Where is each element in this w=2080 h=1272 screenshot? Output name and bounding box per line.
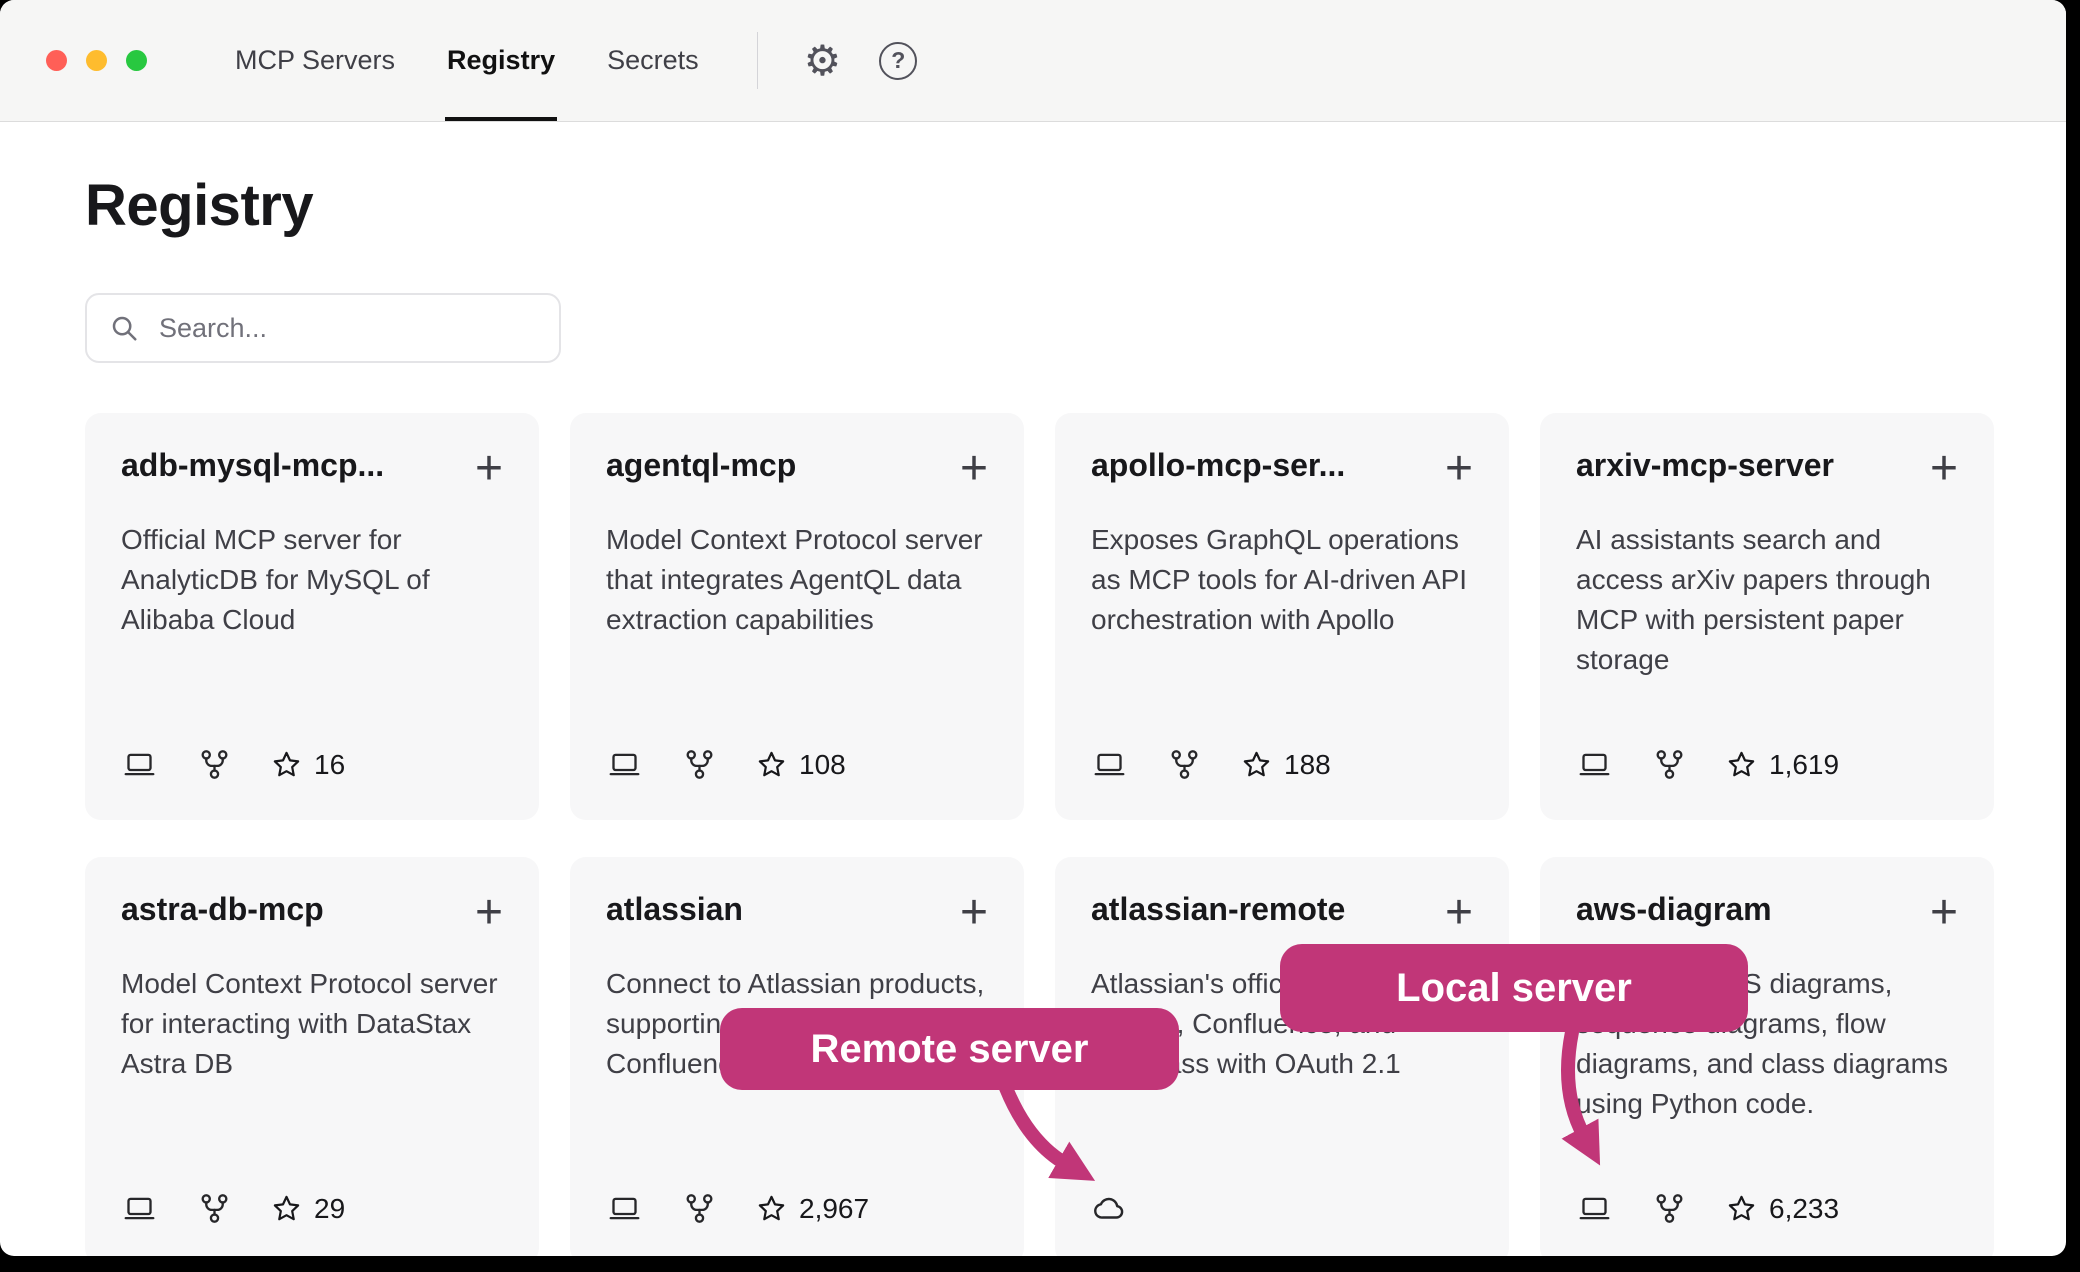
- registry-page: Registry adb-mysql-mcp... + Official MCP…: [0, 172, 2066, 1256]
- server-name: aws-diagram: [1576, 891, 1772, 928]
- add-server-button[interactable]: +: [960, 891, 988, 934]
- star-count-value: 2,967: [799, 1193, 869, 1225]
- tab-secrets[interactable]: Secrets: [605, 0, 701, 121]
- server-description: Model Context Protocol server for intera…: [121, 964, 503, 1084]
- star-count: 108: [756, 749, 846, 781]
- search-input[interactable]: [157, 312, 537, 345]
- search-icon: [109, 313, 139, 343]
- add-server-button[interactable]: +: [1930, 447, 1958, 490]
- star-icon: [756, 749, 787, 780]
- laptop-icon: [606, 1192, 643, 1225]
- server-card: astra-db-mcp + Model Context Protocol se…: [85, 857, 539, 1256]
- server-name: apollo-mcp-ser...: [1091, 447, 1345, 484]
- server-name: adb-mysql-mcp...: [121, 447, 384, 484]
- server-card: apollo-mcp-ser... + Exposes GraphQL oper…: [1055, 413, 1509, 820]
- laptop-icon: [121, 748, 158, 781]
- star-count-value: 1,619: [1769, 749, 1839, 781]
- star-icon: [1726, 749, 1757, 780]
- traffic-lights: [0, 0, 147, 121]
- local-server-callout: Local server: [1280, 944, 1748, 1032]
- star-count: 29: [271, 1193, 345, 1225]
- zoom-window-button[interactable]: [126, 50, 147, 71]
- server-card: arxiv-mcp-server + AI assistants search …: [1540, 413, 1994, 820]
- star-icon: [756, 1193, 787, 1224]
- star-count-value: 108: [799, 749, 846, 781]
- nav-tabs: MCP Servers Registry Secrets: [233, 0, 701, 121]
- server-name: astra-db-mcp: [121, 891, 324, 928]
- star-count: 2,967: [756, 1193, 869, 1225]
- page-title: Registry: [85, 172, 1994, 239]
- server-description: Model Context Protocol server that integ…: [606, 520, 988, 640]
- star-count-value: 16: [314, 749, 345, 781]
- star-icon: [1241, 749, 1272, 780]
- star-count: 16: [271, 749, 345, 781]
- server-name: arxiv-mcp-server: [1576, 447, 1834, 484]
- search-box: [85, 293, 561, 363]
- github-icon[interactable]: [1168, 747, 1201, 782]
- server-name: atlassian: [606, 891, 743, 928]
- title-bar: MCP Servers Registry Secrets ⚙ ?: [0, 0, 2066, 122]
- star-count: 6,233: [1726, 1193, 1839, 1225]
- github-icon[interactable]: [683, 747, 716, 782]
- tab-registry[interactable]: Registry: [445, 0, 557, 121]
- server-card: adb-mysql-mcp... + Official MCP server f…: [85, 413, 539, 820]
- star-count: 188: [1241, 749, 1331, 781]
- add-server-button[interactable]: +: [1445, 447, 1473, 490]
- github-icon[interactable]: [1653, 1191, 1686, 1226]
- star-count: 1,619: [1726, 749, 1839, 781]
- star-icon: [1726, 1193, 1757, 1224]
- header-divider: [757, 32, 758, 89]
- add-server-button[interactable]: +: [475, 447, 503, 490]
- star-count-value: 188: [1284, 749, 1331, 781]
- server-description: Exposes GraphQL operations as MCP tools …: [1091, 520, 1473, 640]
- star-count-value: 29: [314, 1193, 345, 1225]
- star-icon: [271, 749, 302, 780]
- server-card: aws-diagram + Generate AWS diagrams, seq…: [1540, 857, 1994, 1256]
- server-name: atlassian-remote: [1091, 891, 1345, 928]
- laptop-icon: [1576, 748, 1613, 781]
- minimize-window-button[interactable]: [86, 50, 107, 71]
- app-window: MCP Servers Registry Secrets ⚙ ? Registr…: [0, 0, 2066, 1256]
- add-server-button[interactable]: +: [1445, 891, 1473, 934]
- card-grid: adb-mysql-mcp... + Official MCP server f…: [85, 413, 1994, 1256]
- server-description: Official MCP server for AnalyticDB for M…: [121, 520, 503, 640]
- github-icon[interactable]: [198, 1191, 231, 1226]
- laptop-icon: [606, 748, 643, 781]
- laptop-icon: [1091, 748, 1128, 781]
- cloud-icon: [1091, 1192, 1129, 1226]
- add-server-button[interactable]: +: [1930, 891, 1958, 934]
- gear-icon[interactable]: ⚙: [804, 40, 842, 82]
- laptop-icon: [121, 1192, 158, 1225]
- remote-server-callout: Remote server: [720, 1008, 1179, 1090]
- add-server-button[interactable]: +: [475, 891, 503, 934]
- laptop-icon: [1576, 1192, 1613, 1225]
- github-icon[interactable]: [1653, 747, 1686, 782]
- server-name: agentql-mcp: [606, 447, 796, 484]
- add-server-button[interactable]: +: [960, 447, 988, 490]
- server-card: agentql-mcp + Model Context Protocol ser…: [570, 413, 1024, 820]
- help-icon[interactable]: ?: [879, 42, 917, 80]
- github-icon[interactable]: [683, 1191, 716, 1226]
- github-icon[interactable]: [198, 747, 231, 782]
- tab-mcp-servers[interactable]: MCP Servers: [233, 0, 397, 121]
- star-icon: [271, 1193, 302, 1224]
- close-window-button[interactable]: [46, 50, 67, 71]
- star-count-value: 6,233: [1769, 1193, 1839, 1225]
- server-description: AI assistants search and access arXiv pa…: [1576, 520, 1958, 680]
